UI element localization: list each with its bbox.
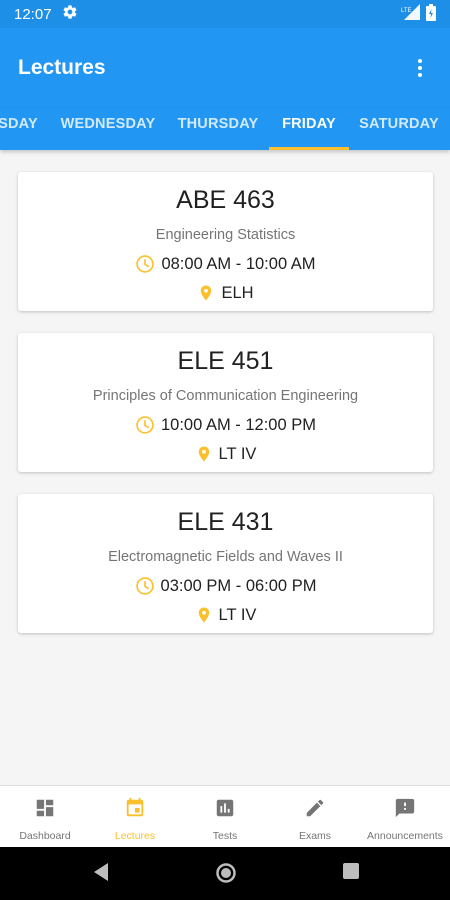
- lecture-card[interactable]: ABE 463 Engineering Statistics 08:00 AM …: [18, 172, 433, 311]
- nav-announcements[interactable]: Announcements: [360, 786, 450, 847]
- nav-lectures[interactable]: Lectures: [90, 786, 180, 847]
- back-icon[interactable]: [92, 862, 110, 887]
- lecture-venue-row: ELH: [197, 282, 254, 304]
- course-code: ELE 451: [177, 347, 274, 375]
- settings-gear-icon: [62, 4, 78, 24]
- course-title: Electromagnetic Fields and Waves II: [108, 549, 343, 565]
- lecture-venue: ELH: [221, 283, 254, 302]
- lecture-time: 08:00 AM - 10:00 AM: [161, 254, 316, 273]
- tab-tuesday[interactable]: SDAY: [0, 108, 42, 150]
- lecture-venue: LT IV: [218, 605, 257, 624]
- course-code: ABE 463: [176, 186, 275, 214]
- lecture-time-row: 08:00 AM - 10:00 AM: [135, 253, 316, 275]
- lecture-venue-row: LT IV: [195, 443, 257, 465]
- nav-label: Exams: [298, 830, 332, 842]
- battery-icon: [426, 3, 436, 25]
- lecture-venue-row: LT IV: [195, 604, 257, 626]
- nav-label: Announcements: [367, 830, 443, 842]
- nav-exams[interactable]: Exams: [270, 786, 360, 847]
- location-pin-icon: [195, 605, 213, 625]
- feedback-icon: [394, 796, 416, 820]
- day-tabs: SDAY WEDNESDAY THURSDAY FRIDAY SATURDAY: [0, 108, 450, 150]
- lecture-time: 03:00 PM - 06:00 PM: [160, 576, 317, 595]
- nav-label: Lectures: [114, 830, 156, 842]
- location-pin-icon: [197, 283, 215, 303]
- bottom-nav: Dashboard Lectures Tests Exams Announcem…: [0, 785, 450, 847]
- tab-thursday[interactable]: THURSDAY: [173, 108, 263, 150]
- pencil-icon: [304, 796, 326, 820]
- location-pin-icon: [195, 444, 213, 464]
- clock-icon: [135, 415, 155, 435]
- clock-icon: [135, 576, 155, 596]
- nav-dashboard[interactable]: Dashboard: [0, 786, 90, 847]
- course-code: ELE 431: [177, 508, 274, 536]
- dashboard-icon: [34, 796, 56, 820]
- tab-friday[interactable]: FRIDAY: [269, 108, 349, 150]
- lecture-time-row: 10:00 AM - 12:00 PM: [135, 414, 316, 436]
- app-bar: Lectures: [0, 28, 450, 108]
- nav-tests[interactable]: Tests: [180, 786, 270, 847]
- lecture-card[interactable]: ELE 431 Electromagnetic Fields and Waves…: [18, 494, 433, 633]
- signal-lte-icon: LTE: [400, 4, 420, 24]
- tab-saturday[interactable]: SATURDAY: [356, 108, 442, 150]
- overflow-menu-icon[interactable]: [408, 48, 432, 88]
- course-title: Principles of Communication Engineering: [92, 388, 359, 404]
- bar-chart-icon: [214, 796, 236, 820]
- page-title: Lectures: [18, 56, 106, 79]
- system-nav-bar: [0, 847, 450, 900]
- tab-wednesday[interactable]: WEDNESDAY: [58, 108, 158, 150]
- course-title: Engineering Statistics: [155, 227, 296, 243]
- status-bar: 12:07 LTE: [0, 0, 450, 28]
- lecture-card[interactable]: ELE 451 Principles of Communication Engi…: [18, 333, 433, 472]
- lecture-list: ABE 463 Engineering Statistics 08:00 AM …: [18, 172, 433, 655]
- lecture-time: 10:00 AM - 12:00 PM: [160, 415, 316, 434]
- status-time: 12:07: [14, 5, 52, 23]
- clock-icon: [135, 254, 155, 274]
- nav-label: Dashboard: [19, 830, 71, 842]
- home-icon[interactable]: [215, 862, 237, 889]
- lecture-time-row: 03:00 PM - 06:00 PM: [135, 575, 317, 597]
- recents-icon[interactable]: [342, 862, 360, 885]
- calendar-icon: [124, 796, 146, 820]
- lte-label: LTE: [401, 8, 412, 14]
- lecture-venue: LT IV: [218, 444, 257, 463]
- nav-label: Tests: [212, 830, 238, 842]
